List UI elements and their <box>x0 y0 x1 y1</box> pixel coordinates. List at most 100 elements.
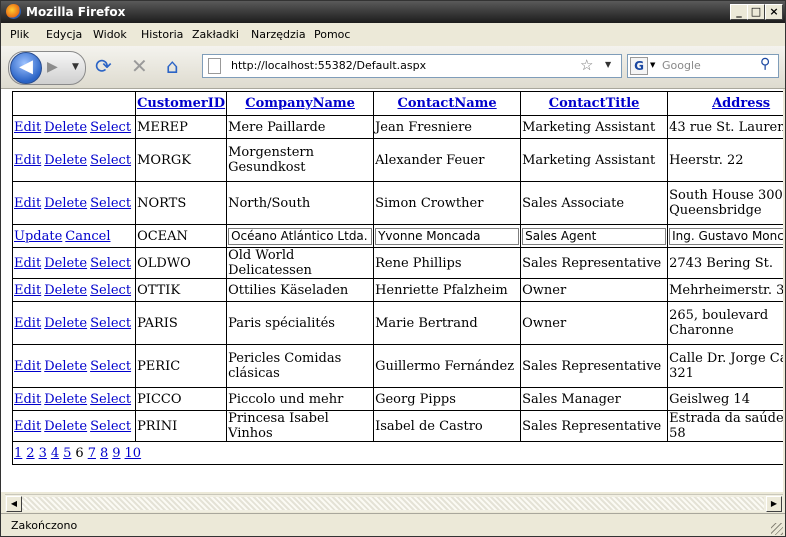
back-forward-group: ◀ ▶ ▼ <box>8 51 86 85</box>
row-actions: Edit Delete Select <box>11 181 137 225</box>
resize-grip-icon[interactable] <box>771 523 783 535</box>
cell-companyname <box>226 224 375 248</box>
sort-address-link[interactable]: Address <box>712 96 770 111</box>
cancel-link[interactable]: Cancel <box>65 229 110 244</box>
menu-zakladki[interactable]: Zakładki <box>192 28 239 41</box>
horizontal-scrollbar[interactable]: ◀ ▶ <box>5 494 783 512</box>
pager-page-link[interactable]: 10 <box>125 446 142 461</box>
star-icon[interactable]: ☆ <box>580 56 593 74</box>
select-link[interactable]: Select <box>90 153 131 168</box>
history-dropdown-icon[interactable]: ▼ <box>72 62 79 72</box>
scroll-right-icon[interactable]: ▶ <box>766 496 782 512</box>
sort-contactname-link[interactable]: ContactName <box>398 96 497 111</box>
reload-icon[interactable]: ⟳ <box>95 56 112 76</box>
select-link[interactable]: Select <box>90 283 131 298</box>
home-icon[interactable]: ⌂ <box>166 56 179 76</box>
update-link[interactable]: Update <box>14 229 62 244</box>
delete-link[interactable]: Delete <box>44 256 87 271</box>
search-engine-dropdown-icon[interactable]: ▼ <box>650 61 655 69</box>
pager-page-link[interactable]: 1 <box>14 446 22 461</box>
cell-contacttitle: Sales Representative <box>520 410 669 442</box>
select-link[interactable]: Select <box>90 419 131 434</box>
scroll-left-icon[interactable]: ◀ <box>6 496 22 512</box>
close-button[interactable]: × <box>765 4 783 20</box>
menu-narzedzia[interactable]: Narzędzia <box>251 28 306 41</box>
select-link[interactable]: Select <box>90 359 131 374</box>
edit-link[interactable]: Edit <box>14 359 41 374</box>
select-link[interactable]: Select <box>90 392 131 407</box>
select-link[interactable]: Select <box>90 120 131 135</box>
contacttitle-edit-input[interactable] <box>522 227 667 245</box>
status-text: Zakończono <box>11 519 78 532</box>
address-bar[interactable]: http://localhost:55382/Default.aspx ☆ ▼ <box>202 54 622 78</box>
pager-page-link[interactable]: 5 <box>63 446 71 461</box>
edit-link[interactable]: Edit <box>14 316 41 331</box>
edit-link[interactable]: Edit <box>14 153 41 168</box>
cell-companyname: Ottilies Käseladen <box>226 278 375 302</box>
title-bar: Mozilla Firefox _ □ × <box>1 1 785 23</box>
header-customerid[interactable]: CustomerID <box>135 91 228 116</box>
cell-contactname: Georg Pipps <box>373 387 522 411</box>
menu-historia[interactable]: Historia <box>141 28 183 41</box>
select-link[interactable]: Select <box>90 196 131 211</box>
cell-customerid: PRINI <box>135 410 228 442</box>
delete-link[interactable]: Delete <box>44 359 87 374</box>
edit-link[interactable]: Edit <box>14 419 41 434</box>
row-actions: Edit Delete Select <box>11 387 137 411</box>
delete-link[interactable]: Delete <box>44 153 87 168</box>
edit-link[interactable]: Edit <box>14 120 41 135</box>
pager-page-link[interactable]: 7 <box>88 446 96 461</box>
delete-link[interactable]: Delete <box>44 419 87 434</box>
search-icon[interactable]: ⚲ <box>760 56 770 72</box>
header-address[interactable]: Address <box>667 91 783 116</box>
maximize-button[interactable]: □ <box>747 4 765 20</box>
cell-customerid: OTTIK <box>135 278 228 302</box>
minimize-button[interactable]: _ <box>730 4 748 20</box>
pager-page-link[interactable]: 2 <box>26 446 34 461</box>
sort-contacttitle-link[interactable]: ContactTitle <box>549 96 640 111</box>
address-dropdown-icon[interactable]: ▼ <box>605 60 611 69</box>
sort-companyname-link[interactable]: CompanyName <box>245 96 355 111</box>
pager-page-link[interactable]: 8 <box>100 446 108 461</box>
scroll-track[interactable] <box>22 497 764 510</box>
search-bar[interactable]: G ▼ Google ⚲ <box>627 54 779 78</box>
cell-companyname: Morgenstern Gesundkost <box>226 138 375 182</box>
select-link[interactable]: Select <box>90 316 131 331</box>
cell-address: South House 300 Queensbridge <box>667 181 783 225</box>
edit-link[interactable]: Edit <box>14 256 41 271</box>
menu-plik[interactable]: Plik <box>10 28 29 41</box>
header-contactname[interactable]: ContactName <box>373 91 522 116</box>
google-icon[interactable]: G <box>630 57 648 75</box>
address-url[interactable]: http://localhost:55382/Default.aspx <box>231 59 426 72</box>
pager-page-link[interactable]: 9 <box>112 446 120 461</box>
header-contacttitle[interactable]: ContactTitle <box>520 91 669 116</box>
contactname-edit-input[interactable] <box>375 227 520 245</box>
pager-page-link[interactable]: 4 <box>51 446 59 461</box>
menu-widok[interactable]: Widok <box>93 28 127 41</box>
delete-link[interactable]: Delete <box>44 120 87 135</box>
delete-link[interactable]: Delete <box>44 283 87 298</box>
header-companyname[interactable]: CompanyName <box>226 91 375 116</box>
stop-icon[interactable]: ✕ <box>131 56 148 76</box>
delete-link[interactable]: Delete <box>44 392 87 407</box>
companyname-edit-input[interactable] <box>228 227 373 245</box>
pager-page-link[interactable]: 3 <box>39 446 47 461</box>
cell-contacttitle: Owner <box>520 301 669 345</box>
cell-address: 265, boulevard Charonne <box>667 301 783 345</box>
cell-contactname: Henriette Pfalzheim <box>373 278 522 302</box>
forward-icon[interactable]: ▶ <box>47 59 58 75</box>
back-icon[interactable]: ◀ <box>10 52 42 84</box>
edit-link[interactable]: Edit <box>14 283 41 298</box>
menu-edycja[interactable]: Edycja <box>46 28 82 41</box>
delete-link[interactable]: Delete <box>44 196 87 211</box>
menu-pomoc[interactable]: Pomoc <box>314 28 350 41</box>
sort-customerid-link[interactable]: CustomerID <box>137 96 225 111</box>
grid-header-row: CustomerID CompanyName ContactName Conta… <box>11 91 783 116</box>
select-link[interactable]: Select <box>90 256 131 271</box>
edit-link[interactable]: Edit <box>14 196 41 211</box>
pager: 1 2 3 4 5 6 7 8 9 10 <box>11 441 783 465</box>
search-input[interactable]: Google <box>662 59 701 72</box>
address-edit-input[interactable] <box>669 227 783 245</box>
edit-link[interactable]: Edit <box>14 392 41 407</box>
delete-link[interactable]: Delete <box>44 316 87 331</box>
